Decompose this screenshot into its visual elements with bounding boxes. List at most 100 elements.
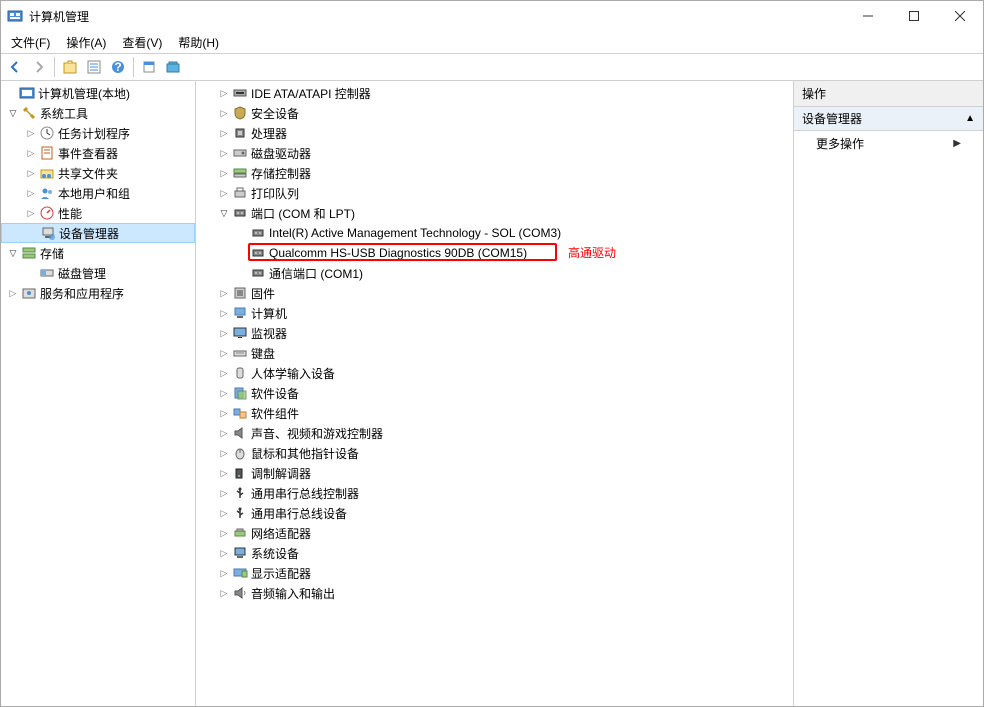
expander-icon[interactable] xyxy=(5,245,21,261)
menu-file[interactable]: 文件(F) xyxy=(3,32,58,53)
actions-section[interactable]: 设备管理器 ▲ xyxy=(794,107,983,131)
expander-icon[interactable] xyxy=(23,205,39,221)
expander-icon[interactable] xyxy=(216,485,232,501)
forward-button[interactable] xyxy=(28,56,50,78)
menu-help[interactable]: 帮助(H) xyxy=(170,32,227,53)
computer-mgmt-icon xyxy=(19,85,35,101)
expander-icon[interactable] xyxy=(23,165,39,181)
device-usbdev[interactable]: 通用串行总线设备 xyxy=(196,503,793,523)
actions-more[interactable]: 更多操作 ▶ xyxy=(794,131,983,156)
device-firmware[interactable]: 固件 xyxy=(196,283,793,303)
tree-services[interactable]: 服务和应用程序 xyxy=(1,283,195,303)
tree-root[interactable]: 计算机管理(本地) xyxy=(1,83,195,103)
tree-storage[interactable]: 存储 xyxy=(1,243,195,263)
expander-icon[interactable] xyxy=(216,305,232,321)
tree-eventviewer[interactable]: 事件查看器 xyxy=(1,143,195,163)
left-panel: 计算机管理(本地) 系统工具 任务计划程序 事件查看器 共享文件夹 本地用户和组 xyxy=(1,81,196,706)
maximize-button[interactable] xyxy=(891,1,937,31)
expander-icon[interactable] xyxy=(216,585,232,601)
device-storagectl[interactable]: 存储控制器 xyxy=(196,163,793,183)
tree-systools[interactable]: 系统工具 xyxy=(1,103,195,123)
device-display[interactable]: 显示适配器 xyxy=(196,563,793,583)
firmware-icon xyxy=(232,285,248,301)
tree-localusers[interactable]: 本地用户和组 xyxy=(1,183,195,203)
device-modems[interactable]: 调制解调器 xyxy=(196,463,793,483)
device-mice[interactable]: 鼠标和其他指针设备 xyxy=(196,443,793,463)
device-usbctl[interactable]: 通用串行总线控制器 xyxy=(196,483,793,503)
expander-icon[interactable] xyxy=(216,205,232,221)
expander-icon[interactable] xyxy=(216,385,232,401)
device-security[interactable]: 安全设备 xyxy=(196,103,793,123)
export-button[interactable] xyxy=(162,56,184,78)
expander-icon[interactable] xyxy=(216,465,232,481)
properties-button[interactable] xyxy=(83,56,105,78)
tree-diskmgmt[interactable]: 磁盘管理 xyxy=(1,263,195,283)
tools-icon xyxy=(21,105,37,121)
expander-icon[interactable] xyxy=(216,545,232,561)
device-port-intel[interactable]: Intel(R) Active Management Technology - … xyxy=(196,223,793,243)
close-button[interactable] xyxy=(937,1,983,31)
tree-performance[interactable]: 性能 xyxy=(1,203,195,223)
software-icon xyxy=(232,385,248,401)
device-ports[interactable]: 端口 (COM 和 LPT) xyxy=(196,203,793,223)
expander-icon[interactable] xyxy=(5,285,21,301)
tree-label: 本地用户和组 xyxy=(58,185,130,202)
expander-icon[interactable] xyxy=(216,85,232,101)
menu-action[interactable]: 操作(A) xyxy=(58,32,114,53)
audio-icon xyxy=(232,585,248,601)
expander-icon[interactable] xyxy=(216,165,232,181)
device-computer[interactable]: 计算机 xyxy=(196,303,793,323)
expander-icon[interactable] xyxy=(216,425,232,441)
expander-icon[interactable] xyxy=(216,365,232,381)
expander-icon[interactable] xyxy=(216,345,232,361)
expander-icon[interactable] xyxy=(5,105,21,121)
expander-icon[interactable] xyxy=(23,125,39,141)
device-keyboards[interactable]: 键盘 xyxy=(196,343,793,363)
device-network[interactable]: 网络适配器 xyxy=(196,523,793,543)
device-port-comm[interactable]: 通信端口 (COM1) xyxy=(196,263,793,283)
device-hid[interactable]: 人体学输入设备 xyxy=(196,363,793,383)
usb-icon xyxy=(232,505,248,521)
refresh-button[interactable] xyxy=(138,56,160,78)
printer-icon xyxy=(232,185,248,201)
device-monitors[interactable]: 监视器 xyxy=(196,323,793,343)
device-swcomponents[interactable]: 软件组件 xyxy=(196,403,793,423)
device-processors[interactable]: 处理器 xyxy=(196,123,793,143)
minimize-button[interactable] xyxy=(845,1,891,31)
expander-icon[interactable] xyxy=(216,105,232,121)
monitor-icon xyxy=(232,325,248,341)
device-port-qualcomm[interactable]: Qualcomm HS-USB Diagnostics 90DB (COM15) xyxy=(196,243,793,263)
window-controls xyxy=(845,1,983,31)
device-diskdrives[interactable]: 磁盘驱动器 xyxy=(196,143,793,163)
expander-icon[interactable] xyxy=(216,185,232,201)
tree-taskscheduler[interactable]: 任务计划程序 xyxy=(1,123,195,143)
device-software[interactable]: 软件设备 xyxy=(196,383,793,403)
device-printqueues[interactable]: 打印队列 xyxy=(196,183,793,203)
device-audio[interactable]: 音频输入和输出 xyxy=(196,583,793,603)
expander-icon[interactable] xyxy=(216,125,232,141)
tree-label: Intel(R) Active Management Technology - … xyxy=(269,226,561,240)
title-bar: 计算机管理 xyxy=(1,1,983,31)
expander-icon[interactable] xyxy=(216,285,232,301)
expander-icon[interactable] xyxy=(216,145,232,161)
expander-icon[interactable] xyxy=(216,325,232,341)
expander-icon[interactable] xyxy=(216,505,232,521)
expander-icon[interactable] xyxy=(23,145,39,161)
tree-sharedfolders[interactable]: 共享文件夹 xyxy=(1,163,195,183)
tree-devicemgr[interactable]: 设备管理器 xyxy=(1,223,195,243)
tree-label: 系统工具 xyxy=(40,105,88,122)
device-sound[interactable]: 声音、视频和游戏控制器 xyxy=(196,423,793,443)
expander-icon[interactable] xyxy=(23,185,39,201)
help-button[interactable]: ? xyxy=(107,56,129,78)
menu-view[interactable]: 查看(V) xyxy=(114,32,170,53)
actions-panel: 操作 设备管理器 ▲ 更多操作 ▶ xyxy=(794,81,983,706)
device-ide[interactable]: IDE ATA/ATAPI 控制器 xyxy=(196,83,793,103)
up-button[interactable] xyxy=(59,56,81,78)
tree-label: 安全设备 xyxy=(251,105,299,122)
expander-icon[interactable] xyxy=(216,405,232,421)
back-button[interactable] xyxy=(4,56,26,78)
expander-icon[interactable] xyxy=(216,565,232,581)
expander-icon[interactable] xyxy=(216,525,232,541)
expander-icon[interactable] xyxy=(216,445,232,461)
device-sysdevices[interactable]: 系统设备 xyxy=(196,543,793,563)
